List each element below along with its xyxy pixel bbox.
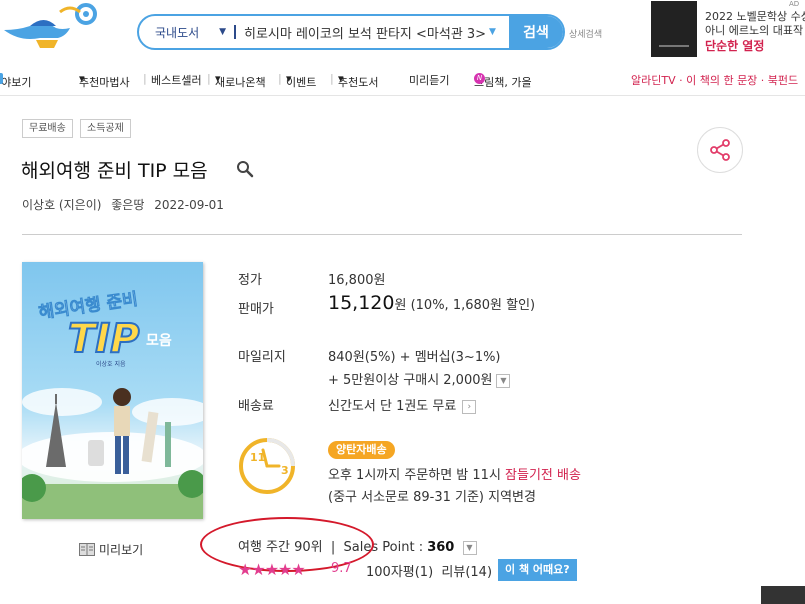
- search-bar: 국내도서 ▼ ▼ 검색: [137, 14, 565, 50]
- divider: [0, 95, 805, 96]
- delivery-time-text: 오후 1시까지 주문하면 밤 11시: [328, 468, 501, 483]
- search-divider: [234, 25, 236, 39]
- nav-label: 추천도서: [338, 76, 379, 89]
- book-title: 해외여행 준비 TIP 모음: [21, 160, 208, 182]
- nav-item-picturebook[interactable]: 그림책, 가을 N: [474, 72, 532, 89]
- tag-tax-deduction: 소득공제: [80, 119, 131, 138]
- book-meta: 이상호 (지은이) 좋은땅 2022-09-01: [22, 196, 230, 213]
- sale-price-label: 판매가: [238, 302, 274, 317]
- short-review-link[interactable]: 100자평(1): [366, 565, 433, 580]
- chevron-down-icon: ▼: [219, 27, 226, 37]
- nav-item-category[interactable]: 분야보기: [0, 72, 31, 89]
- review-links: 100자평(1) 리뷰(14): [366, 561, 492, 580]
- mileage-label: 마일리지: [238, 350, 286, 365]
- cover-title-small: 모음: [146, 333, 172, 349]
- delivery-fee-value: 신간도서 단 1권도 무료 ›: [328, 395, 477, 414]
- nav-label: 추천마법사: [79, 76, 130, 89]
- floating-widget[interactable]: [761, 586, 805, 604]
- nav-item-recommend-wizard[interactable]: 추천마법사 ▾: [79, 72, 130, 89]
- ad-label: AD: [789, 0, 800, 8]
- publisher-link[interactable]: 좋은땅: [111, 198, 144, 212]
- nav-separator: |: [207, 72, 211, 85]
- search-input[interactable]: [244, 24, 489, 40]
- nav-item-event[interactable]: 이벤트 ▾: [286, 72, 316, 89]
- ad-line-2[interactable]: 아니 에르노의 대표작: [705, 22, 803, 38]
- share-button[interactable]: [697, 127, 743, 173]
- search-category-label: 국내도서: [155, 25, 200, 40]
- preview-label: 미리보기: [99, 543, 144, 557]
- delivery-time: 오후 1시까지 주문하면 밤 11시 잠들기전 배송: [328, 464, 581, 483]
- nav-separator: |: [278, 72, 282, 85]
- sale-price-row: 15,120원 (10%, 1,680원 할인): [328, 292, 535, 314]
- mileage-value-1: 840원(5%) + 멤버십(3~1%): [328, 350, 501, 365]
- sales-point-value: 360: [427, 540, 455, 555]
- detail-search-link[interactable]: 상세검색: [569, 27, 602, 40]
- share-icon: [710, 139, 730, 161]
- delivery-address-text: (중구 서소문로 89-31 기준): [328, 490, 484, 505]
- author-link[interactable]: 이상호 (지은이): [22, 198, 101, 212]
- preview-button[interactable]: 미리보기: [79, 541, 143, 558]
- list-price-label: 정가: [238, 273, 262, 288]
- publish-date: 2022-09-01: [154, 198, 224, 212]
- nav-label: 분야보기: [0, 76, 32, 89]
- sale-price-unit: 원: [394, 298, 407, 313]
- list-price: 16,800원: [328, 273, 386, 288]
- mileage-extra: + 5만원이상 구매시 2,000원: [328, 373, 493, 388]
- yangtan-delivery-badge: 양탄자배송: [328, 441, 395, 459]
- nav-item-new[interactable]: 새로나온책 ▾: [215, 72, 266, 89]
- book-open-icon: [79, 543, 95, 556]
- ad-line-3[interactable]: 단순한 열정: [705, 37, 764, 54]
- nav-label: 이벤트: [286, 76, 317, 89]
- nav-item-recommended[interactable]: 추천도서 ▾: [338, 72, 378, 89]
- chevron-down-icon[interactable]: ▼: [496, 373, 511, 388]
- nav-right-links[interactable]: 알라딘TV · 이 책의 한 문장 · 북펀드: [631, 72, 798, 88]
- bedtime-delivery-link[interactable]: 잠들기전 배송: [505, 468, 581, 483]
- nav-item-bestseller[interactable]: 베스트셀러: [151, 72, 202, 88]
- delivery-fee-text: 신간도서 단 1권도 무료: [328, 399, 457, 414]
- rating-score: 9.7: [331, 561, 352, 576]
- search-button[interactable]: 검색: [509, 16, 563, 48]
- clock-icon: 11 3: [237, 436, 297, 496]
- menu-icon: [0, 72, 3, 84]
- ad-book-image[interactable]: [651, 1, 697, 57]
- review-link[interactable]: 리뷰(14): [441, 565, 492, 580]
- nav-separator: |: [330, 72, 334, 85]
- sale-price: 15,120: [328, 292, 395, 314]
- divider: [22, 234, 742, 235]
- cover-author: 이상호 지음: [96, 360, 126, 368]
- chevron-right-icon[interactable]: ›: [462, 399, 477, 414]
- cover-title-big: TIP: [68, 316, 139, 362]
- main-nav: 분야보기 추천마법사▾ | 베스트셀러 | 새로나온책▾ | 이벤트▾ | 추천…: [0, 70, 805, 90]
- new-badge-icon: N: [474, 72, 485, 84]
- book-cover-image[interactable]: 해외여행 준비 TIP 모음 이상호 지음: [22, 262, 203, 519]
- search-category-select[interactable]: 국내도서 ▼: [139, 16, 234, 48]
- chevron-down-icon[interactable]: ▼: [462, 540, 477, 555]
- nav-item-listen[interactable]: 미리듣기: [409, 72, 449, 88]
- clock-3: 3: [281, 464, 289, 477]
- delivery-fee-label: 배송료: [238, 399, 274, 414]
- how-about-this-book-button[interactable]: 이 책 어때요?: [498, 559, 577, 581]
- search-icon[interactable]: [236, 160, 254, 178]
- discount-note: (10%, 1,680원 할인): [410, 298, 536, 313]
- mileage-value-2: + 5만원이상 구매시 2,000원 ▼: [328, 369, 511, 388]
- tag-free-shipping: 무료배송: [22, 119, 73, 138]
- star-rating: ★★★★★: [238, 560, 306, 579]
- nav-label: 새로나온책: [215, 76, 266, 89]
- nav-separator: |: [143, 72, 147, 85]
- delivery-address: (중구 서소문로 89-31 기준) 지역변경: [328, 486, 536, 505]
- change-region-link[interactable]: 지역변경: [488, 490, 536, 505]
- dropdown-arrow-icon[interactable]: ▼: [489, 27, 509, 37]
- aladin-logo[interactable]: [0, 0, 100, 60]
- clock-11: 11: [250, 451, 265, 464]
